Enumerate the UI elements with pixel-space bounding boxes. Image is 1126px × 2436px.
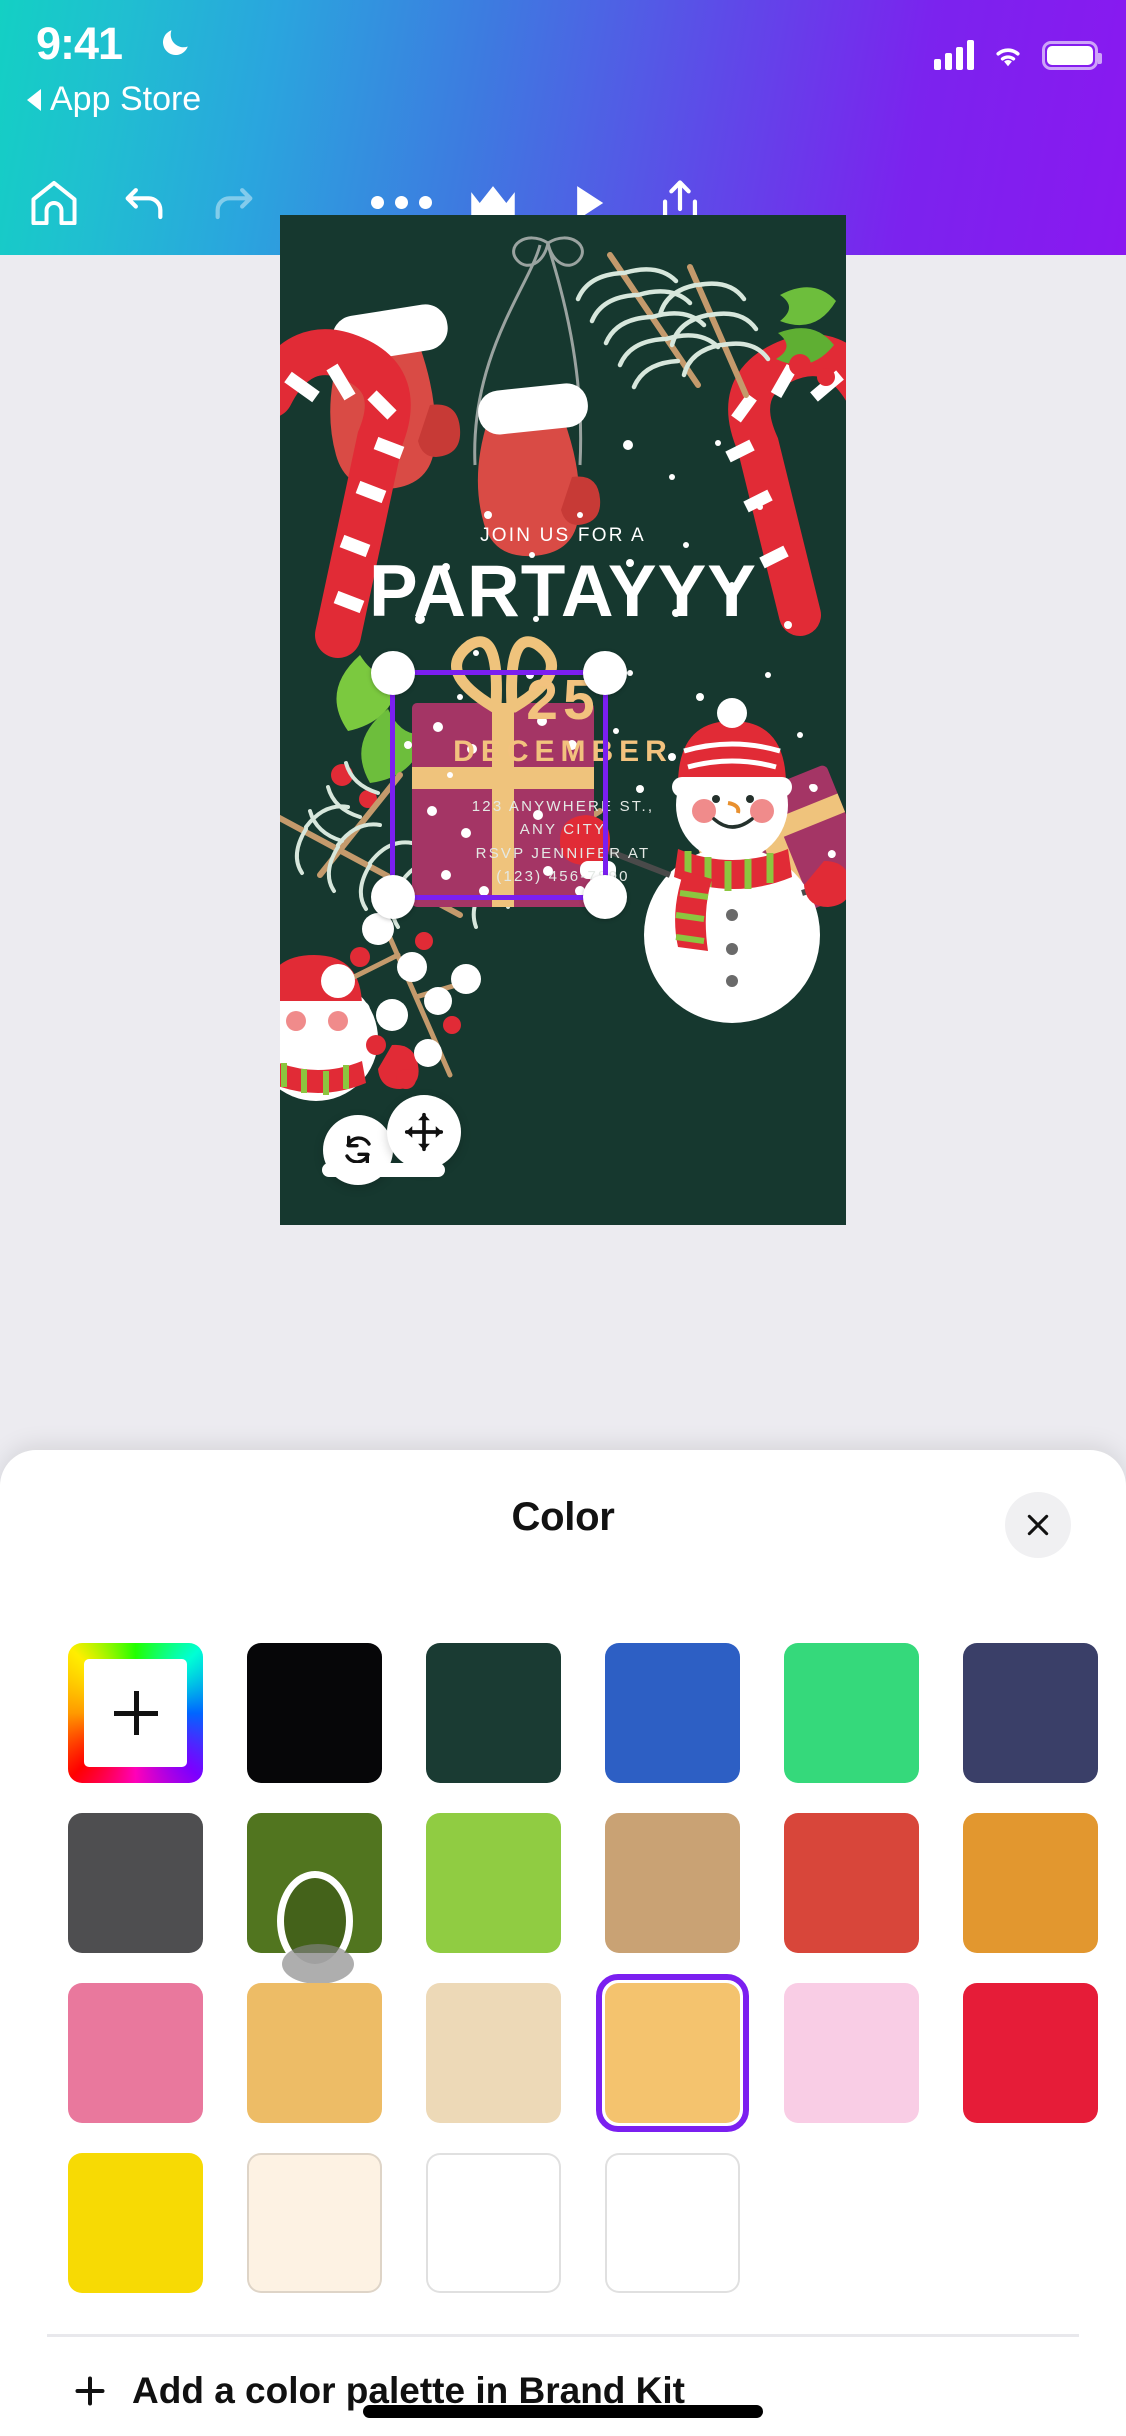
color-swatch-cell[interactable] bbox=[68, 1643, 203, 1813]
close-panel-button[interactable] bbox=[1005, 1492, 1071, 1558]
color-swatch-cell[interactable] bbox=[247, 1983, 382, 2153]
home-button[interactable] bbox=[8, 150, 100, 255]
color-swatch-navy[interactable] bbox=[963, 1643, 1098, 1783]
color-panel-title: Color bbox=[511, 1495, 615, 1539]
touch-press-indicator bbox=[276, 1871, 354, 1984]
color-swatch-cell[interactable] bbox=[605, 2153, 740, 2323]
back-arrow-icon bbox=[27, 88, 41, 111]
back-to-app-store-button[interactable]: App Store bbox=[27, 80, 201, 119]
color-swatch-cell[interactable] bbox=[426, 1643, 561, 1813]
color-swatch-cell[interactable] bbox=[784, 1813, 919, 1983]
color-swatch-grid[interactable] bbox=[68, 1643, 1098, 2323]
color-swatch-cell[interactable] bbox=[963, 1643, 1098, 1813]
undo-icon bbox=[125, 187, 163, 219]
color-swatch-pink[interactable] bbox=[68, 1983, 203, 2123]
custom-color-picker-button[interactable] bbox=[68, 1643, 203, 1783]
color-swatch-orange[interactable] bbox=[963, 1813, 1098, 1953]
color-swatch-black[interactable] bbox=[247, 1643, 382, 1783]
color-swatch-dark-green[interactable] bbox=[426, 1643, 561, 1783]
color-swatch-cell[interactable] bbox=[68, 1813, 203, 1983]
color-swatch-cell[interactable] bbox=[605, 1643, 740, 1813]
color-swatch-beige[interactable] bbox=[426, 1983, 561, 2123]
canvas-drag-handle[interactable] bbox=[322, 1163, 445, 1177]
color-swatch-emerald-green[interactable] bbox=[784, 1643, 919, 1783]
color-swatch-cell[interactable] bbox=[247, 1643, 382, 1813]
panel-divider bbox=[47, 2334, 1079, 2337]
color-swatch-red[interactable] bbox=[784, 1813, 919, 1953]
color-swatch-cell[interactable] bbox=[784, 1983, 919, 2153]
selection-handle-top-left[interactable] bbox=[371, 651, 415, 695]
design-title-text: PARTAYYY bbox=[369, 551, 757, 632]
color-swatch-cell[interactable] bbox=[247, 1813, 382, 1984]
selected-swatch-ring bbox=[596, 1974, 749, 2132]
color-swatch-light-green[interactable] bbox=[426, 1813, 561, 1953]
close-icon bbox=[1027, 1514, 1049, 1536]
color-swatch-cell[interactable] bbox=[784, 1643, 919, 1813]
crescent-moon-icon bbox=[162, 30, 188, 56]
color-swatch-yellow[interactable] bbox=[68, 2153, 203, 2293]
more-options-icon bbox=[370, 196, 432, 209]
plus-icon bbox=[113, 1691, 158, 1735]
status-indicators bbox=[934, 26, 1102, 70]
color-swatch-cell[interactable] bbox=[247, 2153, 382, 2323]
undo-button[interactable] bbox=[98, 150, 190, 255]
status-bar: 9:41 App Store bbox=[0, 0, 1126, 118]
color-swatch-cell[interactable] bbox=[963, 1983, 1098, 2153]
move-button[interactable] bbox=[387, 1095, 461, 1169]
selection-handle-bottom-left[interactable] bbox=[371, 875, 415, 919]
design-join-text: JOIN US FOR A bbox=[480, 525, 646, 546]
color-swatch-light-pink[interactable] bbox=[784, 1983, 919, 2123]
editor-canvas-area[interactable]: JOIN US FOR A PARTAYYY 25 DECEMBER 123 A… bbox=[0, 215, 1126, 1450]
color-swatch-blue[interactable] bbox=[605, 1643, 740, 1783]
color-swatch-cell[interactable] bbox=[605, 1813, 740, 1983]
color-swatch-cell[interactable] bbox=[426, 1983, 561, 2153]
color-swatch-tan[interactable] bbox=[605, 1813, 740, 1953]
color-swatch-cell[interactable] bbox=[426, 1813, 561, 1983]
color-swatch-cream[interactable] bbox=[247, 2153, 382, 2293]
color-swatch-cell[interactable] bbox=[963, 1813, 1098, 1983]
color-swatch-light-orange[interactable] bbox=[247, 1983, 382, 2123]
selection-handle-top-right[interactable] bbox=[583, 651, 627, 695]
wifi-icon bbox=[996, 48, 1020, 67]
color-swatch-cell[interactable] bbox=[426, 2153, 561, 2323]
color-panel: Color Add a color palette in Brand Kit bbox=[0, 1450, 1126, 2436]
color-swatch-white[interactable] bbox=[426, 2153, 561, 2293]
battery-full-icon bbox=[1042, 41, 1102, 70]
back-label: App Store bbox=[50, 80, 202, 118]
redo-icon bbox=[215, 187, 253, 219]
status-time: 9:41 bbox=[36, 18, 123, 69]
redo-button[interactable] bbox=[188, 150, 280, 255]
selection-handle-bottom-right[interactable] bbox=[583, 875, 627, 919]
design-artboard[interactable]: JOIN US FOR A PARTAYYY 25 DECEMBER 123 A… bbox=[280, 215, 846, 1225]
home-icon bbox=[31, 180, 77, 225]
move-icon bbox=[404, 1112, 444, 1152]
color-swatch-crimson[interactable] bbox=[963, 1983, 1098, 2123]
home-indicator bbox=[363, 2405, 763, 2418]
color-swatch-cell[interactable] bbox=[68, 2153, 203, 2323]
element-selection-frame[interactable] bbox=[371, 651, 627, 919]
cellular-signal-icon bbox=[934, 40, 974, 70]
color-swatch-cell[interactable] bbox=[68, 1983, 203, 2153]
color-swatch-white-2[interactable] bbox=[605, 2153, 740, 2293]
color-swatch-dark-gray[interactable] bbox=[68, 1813, 203, 1953]
color-swatch-cell[interactable] bbox=[596, 1974, 749, 2153]
plus-icon bbox=[75, 2376, 105, 2406]
